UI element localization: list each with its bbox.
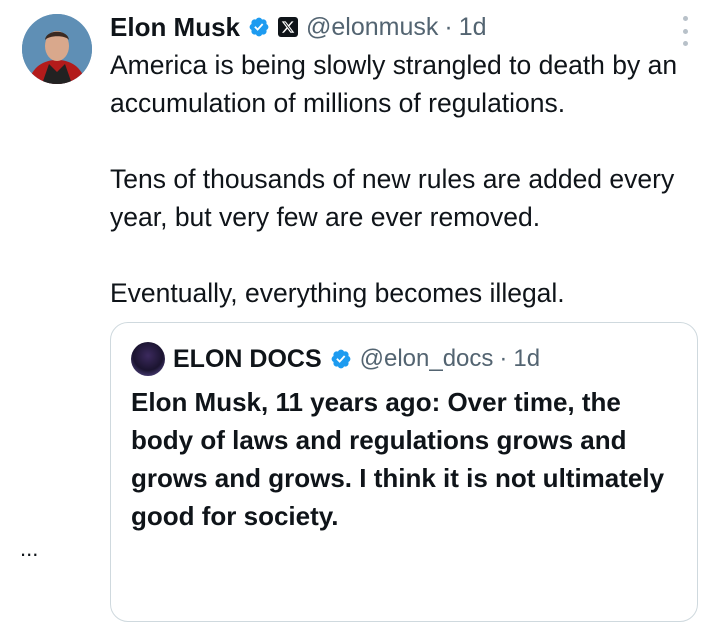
tweet-paragraph: America is being slowly strangled to dea… — [110, 50, 678, 118]
quoted-tweet-timestamp[interactable]: 1d — [513, 345, 540, 373]
quoted-author-handle[interactable]: @elon_docs — [360, 345, 494, 373]
author-avatar-image — [22, 14, 92, 84]
x-logo-icon — [278, 17, 299, 37]
quoted-tweet-header: ELON DOCS @elon_docs · 1d — [131, 341, 540, 377]
verified-badge-icon[interactable] — [330, 348, 352, 370]
quoted-header-separator: · — [499, 345, 508, 372]
tweet-paragraph: Tens of thousands of new rules are added… — [110, 164, 675, 232]
author-avatar[interactable] — [22, 14, 92, 84]
tweet-body: America is being slowly strangled to dea… — [110, 46, 710, 312]
tweet-header: Elon Musk @elonmusk · 1d — [110, 10, 487, 44]
quoted-author-name[interactable]: ELON DOCS — [173, 345, 322, 374]
tweet-timestamp[interactable]: 1d — [459, 13, 487, 42]
header-separator: · — [444, 12, 453, 41]
quoted-tweet-ellipsis: ... — [20, 536, 39, 561]
quoted-tweet-card[interactable]: ELON DOCS @elon_docs · 1d Elon Musk, 11 … — [110, 322, 698, 622]
verified-badge-icon[interactable] — [248, 16, 270, 38]
author-handle[interactable]: @elonmusk — [306, 13, 438, 42]
author-name[interactable]: Elon Musk — [110, 12, 240, 43]
tweet-paragraph: Eventually, everything becomes illegal. — [110, 278, 565, 308]
quoted-author-avatar[interactable] — [131, 342, 165, 376]
quoted-tweet-body: Elon Musk, 11 years ago: Over time, the … — [131, 387, 665, 531]
more-vertical-icon[interactable] — [675, 16, 695, 46]
